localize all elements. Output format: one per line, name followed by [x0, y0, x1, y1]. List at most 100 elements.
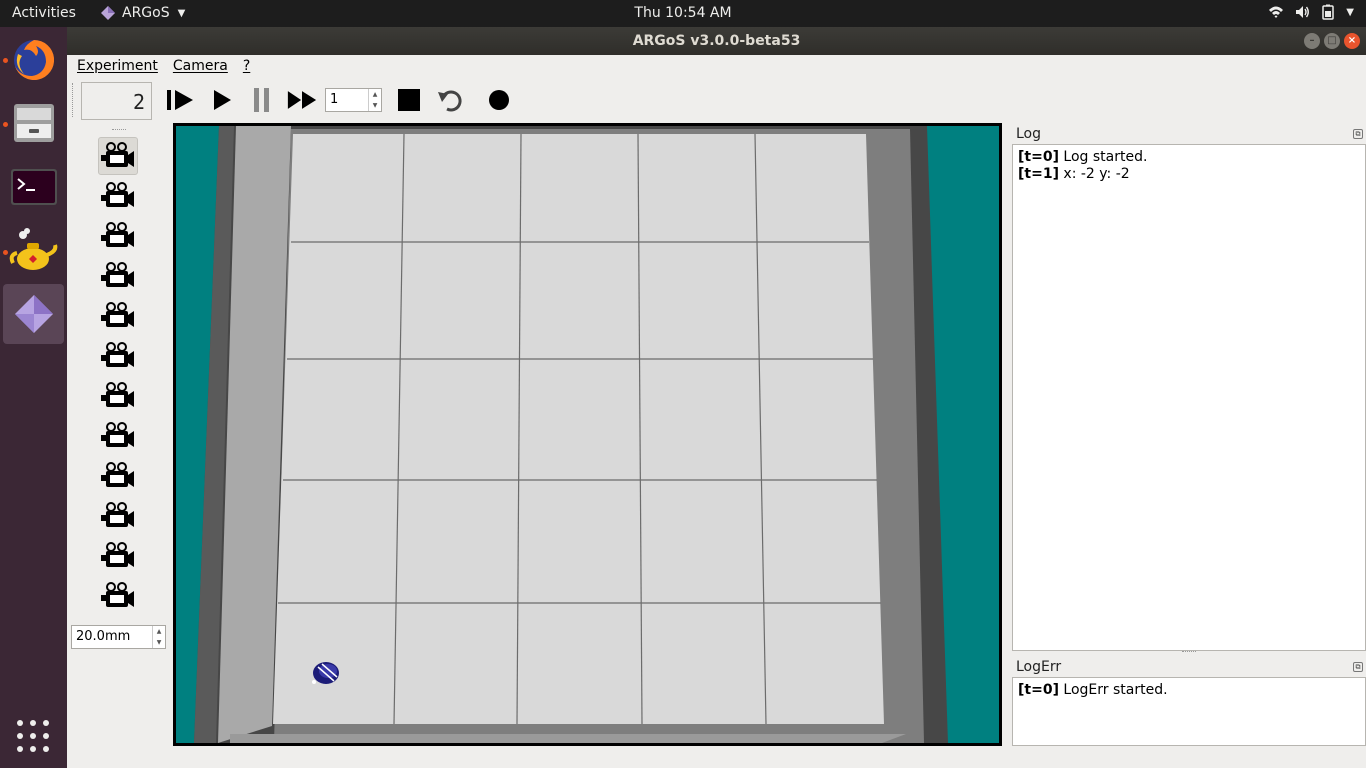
opengl-3d-view[interactable] [173, 123, 1002, 746]
log-timestamp: [t=0] [1018, 149, 1059, 165]
argos-icon [14, 295, 53, 333]
firefox-icon [13, 39, 54, 80]
arena-floor [273, 134, 884, 724]
camera-button-1[interactable] [98, 137, 138, 175]
menu-camera[interactable]: Camera [173, 58, 228, 74]
teapot-launcher[interactable] [3, 220, 64, 280]
stop-icon [398, 89, 420, 111]
camera-button-8[interactable] [98, 417, 138, 455]
log-message: x: -2 y: -2 [1063, 166, 1130, 182]
system-tray[interactable]: ▼ [1268, 4, 1354, 20]
simulation-toolbar: 2 1 ▲ ▼ [67, 77, 1366, 123]
spin-arrows[interactable]: ▲ ▼ [368, 89, 381, 111]
app-menu[interactable]: ARGoS ▼ [100, 5, 185, 21]
video-camera-icon [101, 582, 134, 607]
menu-help[interactable]: ? [243, 58, 250, 74]
minimize-button[interactable]: – [1304, 33, 1320, 49]
video-camera-icon [101, 302, 134, 327]
argos-launcher[interactable] [3, 284, 64, 344]
video-camera-icon [101, 342, 134, 367]
app-menu-label: ARGoS [122, 5, 170, 21]
log-line: [t=0] LogErr started. [1018, 682, 1360, 699]
camera-button-10[interactable] [98, 497, 138, 535]
camera-button-7[interactable] [98, 377, 138, 415]
video-camera-icon [101, 142, 134, 167]
arena-render [176, 126, 999, 743]
step-button[interactable] [165, 85, 195, 115]
logerr-text-area[interactable]: [t=0] LogErr started. [1012, 677, 1366, 746]
sidebar-grip[interactable] [112, 129, 126, 132]
record-button[interactable] [484, 85, 514, 115]
video-camera-icon [101, 422, 134, 447]
show-applications-button[interactable] [17, 720, 49, 752]
firefox-launcher[interactable] [3, 30, 64, 90]
camera-button-9[interactable] [98, 457, 138, 495]
teapot-icon [9, 228, 57, 270]
wifi-icon [1269, 6, 1284, 18]
video-camera-icon [101, 182, 134, 207]
speed-spinbox[interactable]: 1 ▲ ▼ [325, 88, 382, 112]
spin-arrows[interactable]: ▲ ▼ [152, 626, 165, 648]
chevron-down-icon: ▼ [1346, 6, 1354, 18]
logerr-float-button[interactable]: ⧉ [1353, 662, 1363, 672]
activities-button[interactable]: Activities [12, 5, 76, 21]
play-icon [214, 90, 231, 110]
battery-icon [1322, 4, 1335, 20]
terminal-icon [10, 169, 57, 205]
menu-bar: Experiment Camera ? [67, 55, 1366, 77]
record-icon [489, 90, 509, 110]
play-button[interactable] [207, 85, 237, 115]
video-camera-icon [101, 382, 134, 407]
camera-button-5[interactable] [98, 297, 138, 335]
log-line: [t=1] x: -2 y: -2 [1018, 166, 1360, 183]
terminate-button[interactable] [394, 85, 424, 115]
window-title-bar[interactable]: ARGoS v3.0.0-beta53 – □ × [67, 27, 1366, 55]
focal-length-spinbox[interactable]: 20.0mm ▲ ▼ [71, 625, 166, 649]
log-message: LogErr started. [1063, 682, 1168, 698]
camera-button-3[interactable] [98, 217, 138, 255]
volume-icon [1296, 6, 1310, 18]
fast-forward-button[interactable] [287, 85, 317, 115]
camera-button-6[interactable] [98, 337, 138, 375]
camera-sidebar: 20.0mm ▲ ▼ [67, 123, 170, 748]
video-camera-icon [101, 462, 134, 487]
gnome-top-bar: Activities ARGoS ▼ Thu 10:54 AM ▼ [0, 0, 1366, 27]
step-icon [167, 90, 193, 110]
log-float-button[interactable]: ⧉ [1353, 129, 1363, 139]
log-timestamp: [t=1] [1018, 166, 1059, 182]
camera-button-11[interactable] [98, 537, 138, 575]
window-title: ARGoS v3.0.0-beta53 [632, 33, 801, 49]
menu-experiment[interactable]: Experiment [77, 58, 158, 74]
camera-button-2[interactable] [98, 177, 138, 215]
log-timestamp: [t=0] [1018, 682, 1059, 698]
video-camera-icon [101, 542, 134, 567]
log-text-area[interactable]: [t=0] Log started. [t=1] x: -2 y: -2 [1012, 144, 1366, 651]
video-camera-icon [101, 262, 134, 287]
fast-forward-icon [287, 91, 317, 109]
panel-splitter[interactable] [1182, 651, 1196, 652]
reset-button[interactable] [435, 85, 465, 115]
reset-icon [438, 90, 462, 112]
toolbar-grip[interactable] [72, 83, 75, 117]
video-camera-icon [101, 222, 134, 247]
files-launcher[interactable] [3, 92, 64, 152]
camera-button-4[interactable] [98, 257, 138, 295]
maximize-button[interactable]: □ [1324, 33, 1340, 49]
step-counter: 2 [81, 82, 152, 120]
speed-value: 1 [330, 92, 339, 107]
clock[interactable]: Thu 10:54 AM [634, 5, 731, 21]
ubuntu-dock [0, 27, 67, 768]
logerr-title: LogErr [1016, 659, 1062, 675]
focal-length-value: 20.0mm [76, 629, 131, 644]
terminal-launcher[interactable] [3, 157, 64, 217]
log-line: [t=0] Log started. [1018, 149, 1360, 166]
pause-icon [254, 88, 269, 112]
file-cabinet-icon [13, 104, 54, 142]
video-camera-icon [101, 502, 134, 527]
close-button[interactable]: × [1344, 33, 1360, 49]
pause-button[interactable] [247, 85, 277, 115]
argos-app-icon [101, 6, 115, 20]
caret-down-icon: ▼ [177, 7, 186, 19]
camera-button-12[interactable] [98, 577, 138, 615]
wall-bottom [230, 734, 906, 743]
